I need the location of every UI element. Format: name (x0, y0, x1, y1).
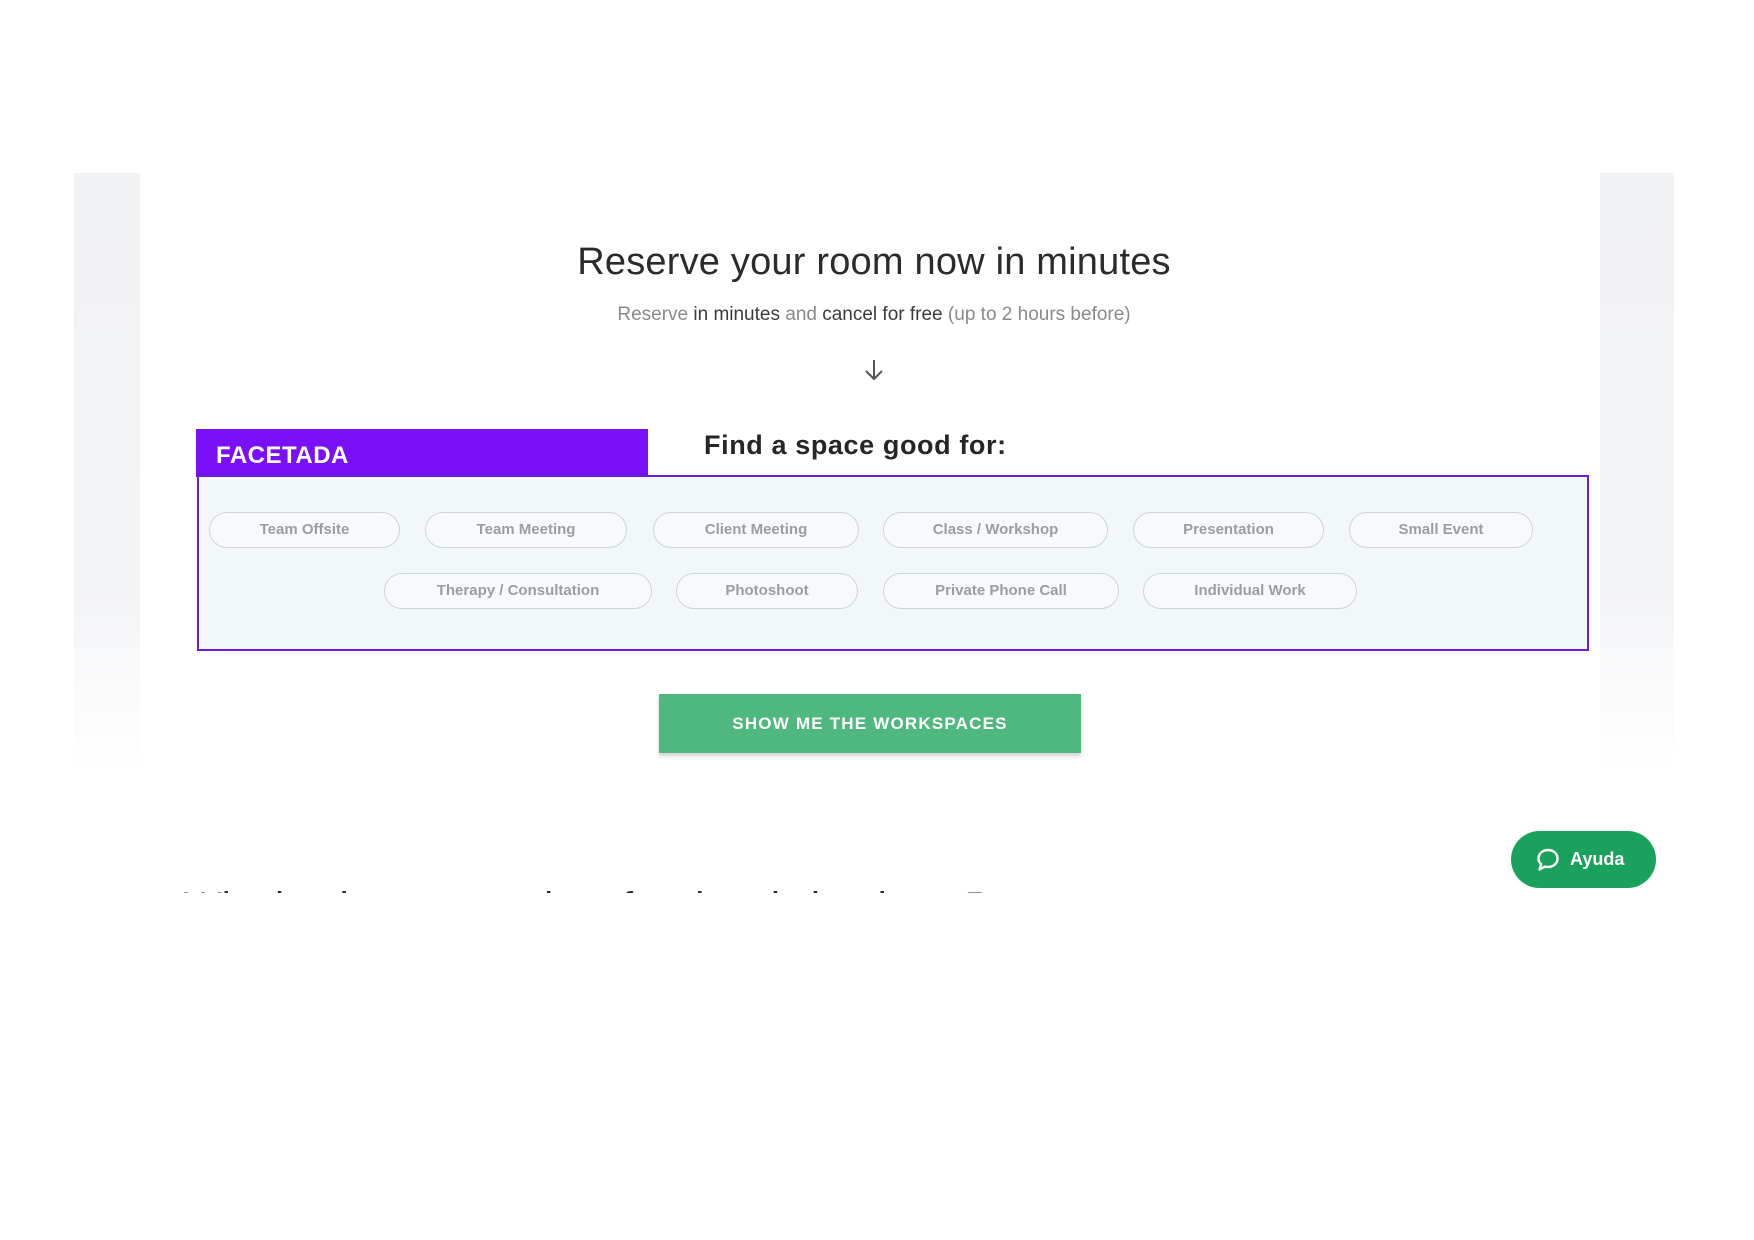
help-chat-button[interactable]: Ayuda (1511, 831, 1656, 888)
subtitle-part-in-minutes: in minutes (688, 304, 780, 325)
chip-presentation[interactable]: Presentation (1133, 512, 1324, 548)
chat-bubble-icon (1537, 848, 1559, 871)
chip-private-phone-call[interactable]: Private Phone Call (883, 573, 1119, 609)
facet-filter-panel: Team Offsite Team Meeting Client Meeting… (197, 475, 1589, 651)
page: Reserve your room now in minutes Reserve… (0, 0, 1754, 1240)
finder-heading: Find a space good for: (704, 430, 1007, 460)
arrow-down-icon (865, 360, 883, 381)
chip-team-meeting[interactable]: Team Meeting (425, 512, 627, 548)
chip-therapy-consultation[interactable]: Therapy / Consultation (384, 573, 652, 609)
chip-class-workshop[interactable]: Class / Workshop (883, 512, 1108, 548)
subtitle-part-cancel-free: cancel for free (822, 304, 943, 325)
chip-client-meeting[interactable]: Client Meeting (653, 512, 859, 548)
subtitle-part-up-to: (up to 2 hours before) (942, 304, 1131, 325)
subtitle-part-reserve: Reserve (617, 304, 689, 325)
browser-viewport-screenshot: Reserve your room now in minutes Reserve… (74, 173, 1674, 893)
facet-annotation-tag: FACETADA (196, 429, 648, 477)
subtitle-part-and: and (779, 304, 823, 325)
chip-photoshoot[interactable]: Photoshoot (676, 573, 858, 609)
chip-small-event[interactable]: Small Event (1349, 512, 1533, 548)
chip-team-offsite[interactable]: Team Offsite (209, 512, 400, 548)
next-section-heading: Why businesses and professionals book on… (184, 885, 1156, 893)
chip-individual-work[interactable]: Individual Work (1143, 573, 1357, 609)
hero-title: Reserve your room now in minutes (577, 241, 1171, 283)
show-workspaces-button[interactable]: SHOW ME THE WORKSPACES (659, 694, 1081, 753)
hero-subtitle: Reserve in minutes and cancel for free (… (74, 304, 1674, 326)
help-label: Ayuda (1570, 849, 1625, 869)
